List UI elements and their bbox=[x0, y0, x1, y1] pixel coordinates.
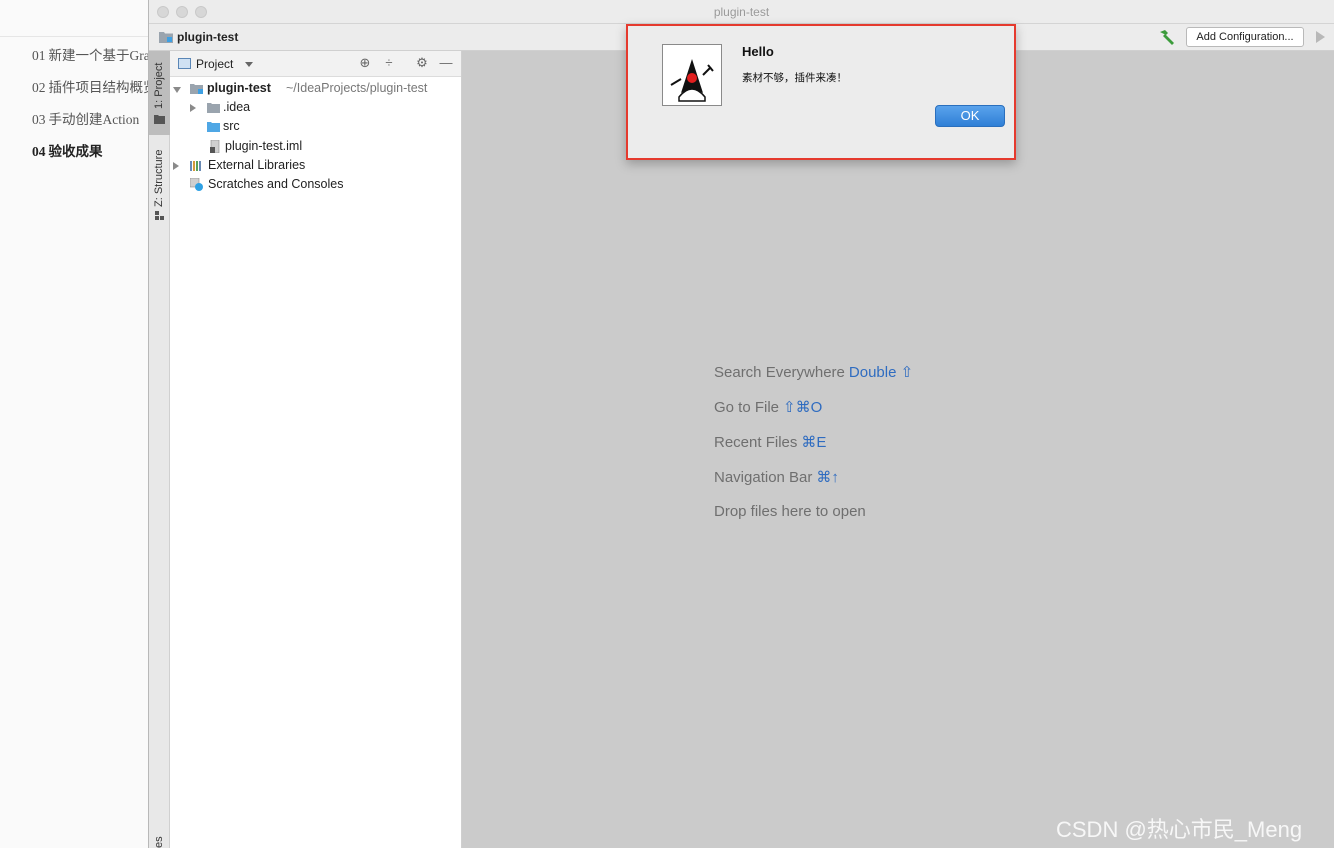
locate-icon[interactable]: ⊕ bbox=[357, 55, 373, 71]
source-folder-icon bbox=[207, 122, 220, 132]
tree-row-plugin-test[interactable]: plugin-test ~/IdeaProjects/plugin-test bbox=[170, 79, 461, 98]
tree-row-idea[interactable]: .idea bbox=[170, 98, 461, 117]
tree-row-scratches[interactable]: Scratches and Consoles bbox=[170, 175, 461, 194]
structure-icon bbox=[155, 211, 164, 220]
tree-row-src[interactable]: src bbox=[170, 117, 461, 136]
java-duke-icon bbox=[662, 44, 722, 106]
collapse-all-icon[interactable]: ÷ bbox=[381, 55, 397, 71]
article-divider bbox=[0, 36, 148, 37]
toc-item-active[interactable]: 04 验收成果 bbox=[32, 142, 148, 174]
project-view-icon bbox=[178, 58, 191, 69]
tab-structure[interactable]: Z: Structure bbox=[149, 141, 170, 225]
hide-icon[interactable]: — bbox=[438, 55, 454, 71]
hint-drop-files: Drop files here to open bbox=[714, 503, 866, 520]
hint-recent-files: Recent Files ⌘E bbox=[714, 434, 827, 451]
folder-icon bbox=[207, 103, 220, 113]
tree-row-iml[interactable]: plugin-test.iml bbox=[170, 137, 461, 156]
expand-arrow-icon[interactable] bbox=[190, 104, 196, 112]
hint-navigation-bar: Navigation Bar ⌘↑ bbox=[714, 469, 839, 486]
toc-item[interactable]: 02 插件项目结构概览 bbox=[32, 78, 148, 110]
title-bar: plugin-test bbox=[149, 0, 1334, 24]
ok-button[interactable]: OK bbox=[935, 105, 1005, 127]
dialog-title: Hello bbox=[742, 44, 774, 59]
scratches-icon bbox=[190, 178, 203, 191]
library-icon bbox=[190, 161, 201, 171]
project-panel: Project ⊕ ÷ ⚙ — plugin-test ~/IdeaProjec… bbox=[170, 51, 462, 848]
expand-arrow-icon[interactable] bbox=[173, 162, 179, 170]
tree-row-external-libraries[interactable]: External Libraries bbox=[170, 156, 461, 175]
project-folder-icon bbox=[159, 32, 173, 43]
article-background: 01 新建一个基于Gra 02 插件项目结构概览 03 手动创建Action 04 验收… bbox=[0, 0, 148, 848]
expand-arrow-icon[interactable] bbox=[173, 87, 181, 93]
gear-icon[interactable]: ⚙ bbox=[414, 55, 430, 71]
hint-search-everywhere: Search Everywhere Double ⇧ bbox=[714, 364, 914, 381]
module-folder-icon bbox=[190, 84, 203, 94]
hint-go-to-file: Go to File ⇧⌘O bbox=[714, 399, 823, 416]
build-hammer-icon[interactable] bbox=[1157, 28, 1177, 46]
tool-window-stripe: 1: Project Z: Structure es bbox=[149, 51, 170, 848]
breadcrumb-project[interactable]: plugin-test bbox=[177, 30, 238, 44]
window-title: plugin-test bbox=[713, 5, 770, 19]
add-configuration-button[interactable]: Add Configuration... bbox=[1186, 27, 1304, 47]
dialog-message: 素材不够，插件来凑！ bbox=[742, 72, 847, 84]
tab-project[interactable]: 1: Project bbox=[149, 51, 170, 135]
toc-item[interactable]: 01 新建一个基于Gra bbox=[32, 46, 148, 78]
project-panel-header: Project ⊕ ÷ ⚙ — bbox=[170, 51, 461, 77]
toc-item[interactable]: 03 手动创建Action bbox=[32, 110, 148, 142]
run-icon[interactable] bbox=[1316, 31, 1325, 43]
project-view-label[interactable]: Project bbox=[196, 57, 233, 71]
table-of-contents: 01 新建一个基于Gra 02 插件项目结构概览 03 手动创建Action 04 验收… bbox=[32, 46, 148, 174]
folder-icon bbox=[154, 115, 165, 124]
tab-bottom[interactable]: es bbox=[149, 831, 170, 848]
csdn-watermark: CSDN @热心市民_Meng bbox=[1056, 817, 1303, 842]
iml-file-icon bbox=[210, 140, 220, 153]
chevron-down-icon[interactable] bbox=[245, 62, 253, 67]
hello-dialog: Hello 素材不够，插件来凑！ OK bbox=[626, 24, 1016, 160]
editor-area: Search Everywhere Double ⇧ Go to File ⇧⌘O … bbox=[462, 51, 1334, 848]
